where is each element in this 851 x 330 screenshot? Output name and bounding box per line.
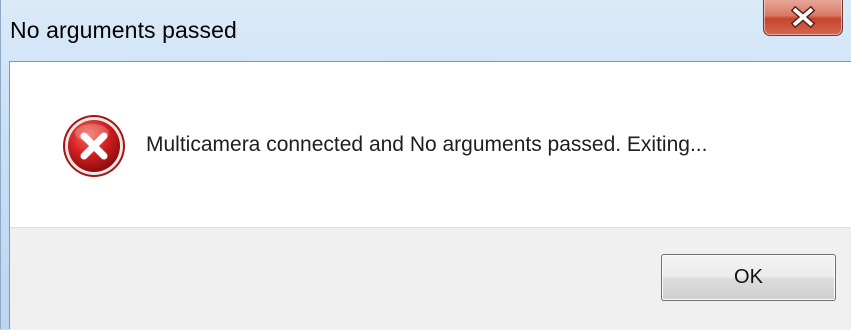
error-icon bbox=[63, 115, 125, 177]
window-title: No arguments passed bbox=[10, 17, 237, 43]
button-bar: OK bbox=[10, 227, 851, 330]
close-icon bbox=[790, 5, 816, 29]
ok-button[interactable]: OK bbox=[661, 254, 836, 301]
title-bar[interactable]: No arguments passed bbox=[1, 0, 851, 60]
dialog-window: No arguments passed Multicamera connecte… bbox=[0, 0, 851, 330]
dialog-content: Multicamera connected and No arguments p… bbox=[9, 61, 851, 330]
close-button[interactable] bbox=[763, 0, 843, 36]
message-area: Multicamera connected and No arguments p… bbox=[10, 62, 851, 227]
error-message: Multicamera connected and No arguments p… bbox=[146, 133, 708, 156]
